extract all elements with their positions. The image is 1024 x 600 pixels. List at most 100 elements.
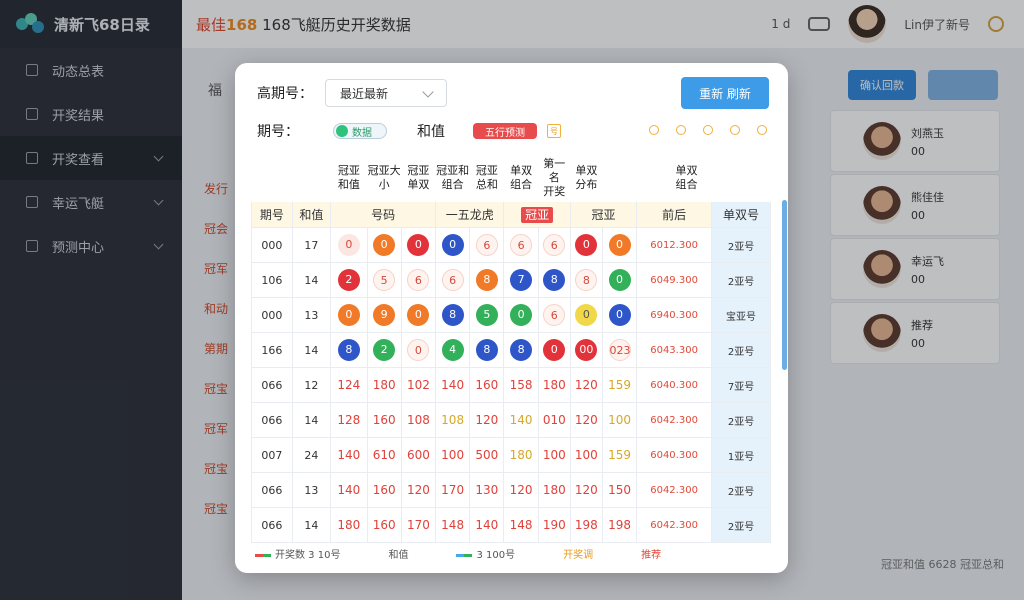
filter-icons [649,125,767,135]
number-ball: 8 [575,269,598,291]
number-square-icon[interactable]: 号 [547,124,561,138]
amount-cell: 6042.300 [636,402,713,438]
number-ball: 8 [510,339,533,361]
number-cell: 120 [503,472,539,508]
number-cell: 158 [503,367,539,403]
table-row[interactable]: 066 14 128 160 108 108 120 140 010 120 100 6042.300… [251,402,771,438]
amount-cell: 6042.300 [636,507,713,543]
table-header-cell [252,154,293,202]
number-value: 190 [542,518,566,532]
number-ball: 8 [543,269,566,291]
number-ball: 0 [337,304,360,326]
number-cell: 6 [537,227,571,263]
number-value: 198 [608,518,631,532]
tail-cell: 1亚号 [711,437,771,473]
footer-link-recommend[interactable]: 推荐 [641,546,661,561]
table-header-cell: 冠亚 单双 [407,163,430,191]
number-cell: 0 [601,227,638,263]
footer-link-draws[interactable]: 开奖调 [563,546,593,561]
table-header-cell: 第一名 开奖 [543,156,566,198]
number-ball: 0 [575,304,598,326]
sum-cell: 12 [291,367,332,403]
modal-scrollbar[interactable] [782,200,787,370]
number-cell: 4 [435,332,471,368]
number-cell: 180 [330,507,368,543]
number-cell: 8 [569,262,603,298]
number-cell: 8 [469,262,505,298]
filter-icon-3[interactable] [703,125,713,135]
number-value: 159 [608,378,631,392]
period-cell: 000 [251,227,293,263]
number-cell: 6 [400,262,437,298]
number-value: 180 [372,378,396,392]
number-cell: 8 [469,332,505,368]
table-row[interactable]: 000 13 0 9 0 8 5 0 6 0 0 6940.300 宝亚号 [251,297,771,333]
table-row[interactable]: 166 14 8 2 0 4 8 8 0 00 023 6043.300 2亚号 [251,332,771,368]
table-row[interactable]: 007 24 140 610 600 100 500 180 100 100 159 6040.300… [251,437,771,473]
number-cell: 0 [366,227,402,263]
number-value: 120 [406,483,430,497]
table-header-cell [292,154,331,202]
refresh-button[interactable]: 重新 刷新 [681,77,769,109]
period-select[interactable]: 最近最新 [325,79,447,107]
number-value: 130 [475,483,499,497]
table-header-cell: 单双 组合 [510,163,533,191]
number-cell: 8 [435,297,471,333]
filter-label: 期号： [257,124,299,140]
table-row[interactable]: 066 14 180 160 170 148 140 148 190 198 198 6042.300… [251,507,771,543]
wuxing-chip[interactable]: 五行预测 [473,123,537,139]
number-cell: 6 [469,227,505,263]
number-ball: 8 [475,339,498,361]
number-value: 148 [441,518,465,532]
number-cell: 159 [601,437,638,473]
number-value: 170 [406,518,430,532]
number-cell: 140 [435,367,471,403]
table-row[interactable]: 106 14 2 5 6 6 8 7 8 8 0 6049.300 2亚号 [251,262,771,298]
number-cell: 140 [330,472,368,508]
number-cell: 148 [435,507,471,543]
number-cell: 6 [537,297,571,333]
table-row[interactable]: 066 12 124 180 102 140 160 158 180 120 159 6040.300… [251,367,771,403]
number-value: 170 [441,483,465,497]
number-value: 120 [574,413,598,427]
number-ball: 6 [543,304,566,326]
number-cell: 8 [503,332,539,368]
filter-icon-4[interactable] [730,125,740,135]
filter-icon-1[interactable] [649,125,659,135]
table-row[interactable]: 000 17 0 0 0 0 6 6 6 0 0 6012.300 2亚号 [251,227,771,263]
number-ball: 5 [373,269,396,291]
number-cell: 0 [569,227,603,263]
period-row: 高期号： 最近最新 [257,79,447,107]
legend-mark-icon [255,553,271,557]
number-ball: 5 [475,304,498,326]
number-ball: 0 [510,304,533,326]
number-cell: 198 [569,507,603,543]
table-header-cell: 单双 组合 [675,163,698,191]
number-value: 120 [509,483,533,497]
filter-icon-2[interactable] [676,125,686,135]
filter-icon-5[interactable] [757,125,767,135]
number-ball: 0 [337,234,360,256]
number-value: 159 [608,448,631,462]
period-cell: 000 [251,297,293,333]
number-value: 100 [441,448,465,462]
number-cell: 140 [330,437,368,473]
number-ball: 6 [441,269,464,291]
number-value: 148 [509,518,533,532]
sum-cell: 17 [291,227,332,263]
number-ball: 2 [337,269,360,291]
number-value: 610 [372,448,396,462]
data-chip[interactable]: 数据 [333,123,387,139]
number-value: 500 [475,448,499,462]
number-cell: 010 [537,402,571,438]
number-cell: 00 [569,332,603,368]
table-header-cell: 冠亚 和值 [337,163,360,191]
number-cell: 0 [435,227,471,263]
number-ball: 0 [608,304,631,326]
number-cell: 0 [569,297,603,333]
tail-cell: 宝亚号 [711,297,771,333]
table-row[interactable]: 066 13 140 160 120 170 130 120 180 120 150 6042.300… [251,472,771,508]
amount-cell: 6042.300 [636,472,713,508]
number-cell: 100 [601,402,638,438]
table-body: 000 17 0 0 0 0 6 6 6 0 0 6012.300 2亚号 106 14 2 5 6 6 8 7 8 8 0 6… [251,227,771,543]
